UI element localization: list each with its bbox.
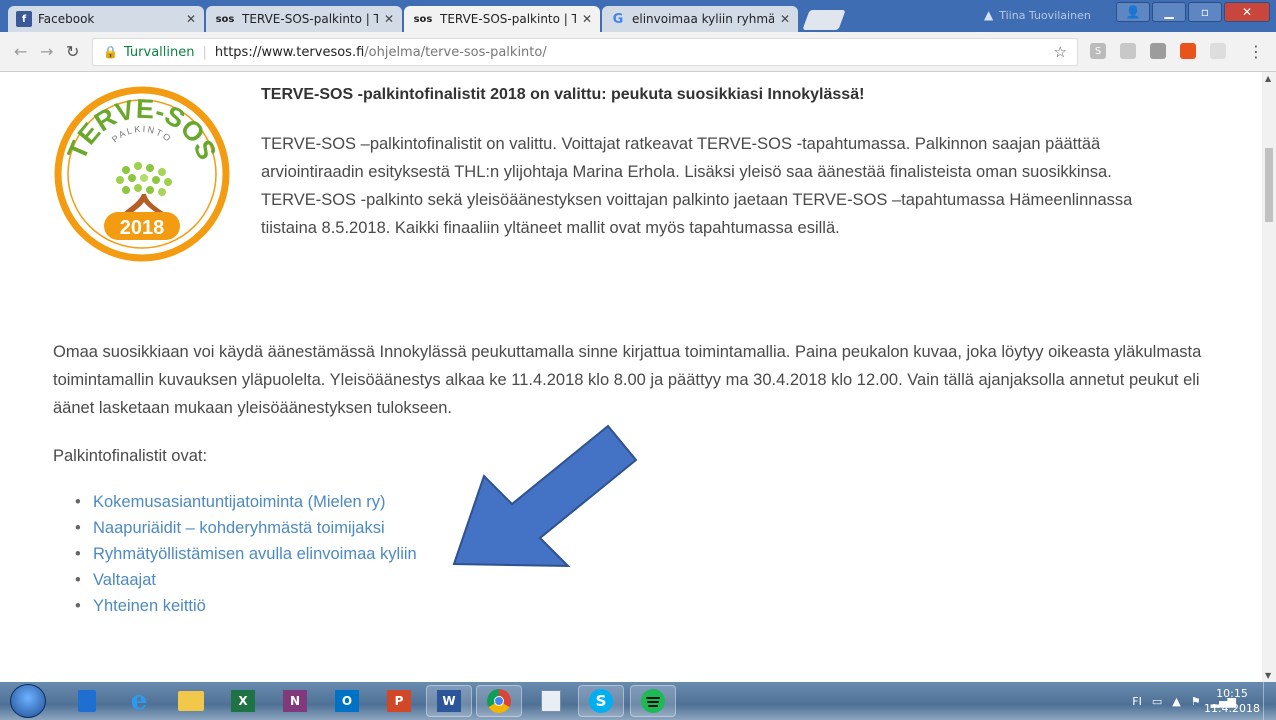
article-title: TERVE-SOS -palkintofinalistit 2018 on va…	[261, 86, 865, 103]
page-scrollbar[interactable]: ▲ ▼	[1262, 72, 1276, 682]
onenote-icon[interactable]: N	[272, 685, 318, 717]
finalist-link[interactable]: Valtaajat	[75, 567, 417, 593]
voting-paragraph: Omaa suosikkiaan voi käydä äänestämässä …	[53, 343, 1202, 417]
office-extension-icon[interactable]	[1180, 43, 1196, 59]
sos-icon: sos	[413, 13, 433, 25]
tab-terve-sos-1[interactable]: sos TERVE-SOS-palkinto | TE ✕	[206, 6, 402, 32]
skype-icon[interactable]: S	[578, 685, 624, 717]
excel-icon[interactable]: X	[220, 685, 266, 717]
show-hidden-icons[interactable]: ▲	[1172, 695, 1180, 708]
clock-time: 10:15	[1216, 687, 1248, 700]
pdf-extension-icon[interactable]	[1120, 43, 1136, 59]
close-window-button[interactable]: ✕	[1224, 2, 1270, 22]
clock[interactable]: 10:15 11.4.2018	[1204, 686, 1260, 716]
minimize-button[interactable]: ▁	[1152, 2, 1186, 22]
finalists-label: Palkintofinalistit ovat:	[53, 447, 208, 465]
divider: |	[202, 44, 207, 60]
logo-year: 2018	[120, 217, 165, 239]
extension-icon[interactable]	[1150, 43, 1166, 59]
skype-letter: S	[589, 689, 613, 713]
annotation-arrow-icon	[452, 424, 638, 568]
finalist-link[interactable]: Ryhmätyöllistämisen avulla elinvoimaa ky…	[75, 541, 417, 567]
intro-paragraph: TERVE-SOS –palkintofinalistit on valittu…	[261, 135, 1133, 237]
scrollbar-thumb[interactable]	[1265, 148, 1273, 222]
tab-label: Facebook	[38, 12, 95, 26]
language-indicator[interactable]: FI	[1132, 695, 1142, 708]
powerpoint-letter: P	[387, 690, 411, 712]
tab-terve-sos-2[interactable]: sos TERVE-SOS-palkinto | TE ✕	[404, 6, 600, 32]
finalist-link[interactable]: Yhteinen keittiö	[75, 593, 417, 619]
keyboard-icon[interactable]: ▭	[1152, 695, 1162, 708]
maximize-button[interactable]: ▫	[1188, 2, 1222, 22]
scroll-down-icon[interactable]: ▼	[1265, 671, 1271, 680]
chat-extension-icon[interactable]	[1210, 43, 1226, 59]
windows-taskbar: e X N O P W S FI ▭ ▲ ⚑ ▂▄▆ 10:15 11.4.20…	[0, 682, 1276, 720]
finalist-link[interactable]: Kokemusasiantuntijatoiminta (Mielen ry)	[75, 489, 417, 515]
window-controls: 👤 ▁ ▫ ✕	[1116, 2, 1270, 22]
outlook-letter: O	[335, 690, 359, 712]
reload-icon[interactable]: ↻	[66, 42, 79, 61]
security-label: Turvallinen	[123, 44, 195, 60]
word-letter: W	[437, 690, 461, 712]
warning-icon: ▲	[984, 8, 994, 22]
url-path: /ohjelma/terve-sos-palkinto/	[364, 44, 547, 60]
profile-area[interactable]: ▲ Tiina Tuovilainen	[984, 8, 1091, 22]
chrome-icon[interactable]	[476, 685, 522, 717]
tab-facebook[interactable]: f Facebook ✕	[8, 6, 204, 32]
menu-dots-icon[interactable]: ⋮	[1248, 42, 1264, 61]
close-icon[interactable]: ✕	[780, 12, 790, 26]
tab-label: TERVE-SOS-palkinto | TE	[242, 12, 378, 26]
sos-icon: sos	[215, 13, 235, 25]
word-icon[interactable]: W	[426, 685, 472, 717]
url-host: https://www.tervesos.fi	[214, 44, 365, 60]
spotify-icon[interactable]	[630, 685, 676, 717]
lock-icon: 🔒	[103, 45, 118, 59]
tab-strip: f Facebook ✕ sos TERVE-SOS-palkinto | TE…	[0, 0, 1276, 32]
terve-sos-logo: TERVE-SOS PALKINTO 2018	[54, 86, 230, 262]
finalist-link[interactable]: Naapuriäidit – kohderyhmästä toimijaksi	[75, 515, 417, 541]
tab-label: elinvoimaa kyliin ryhmät	[632, 12, 774, 26]
onenote-letter: N	[283, 690, 307, 712]
flag-icon[interactable]: ⚑	[1191, 695, 1201, 708]
outlook-icon[interactable]: O	[324, 685, 370, 717]
app-icon-1[interactable]	[64, 685, 110, 717]
extension-icon[interactable]: S	[1090, 43, 1106, 59]
bookmark-star-icon[interactable]: ☆	[1054, 43, 1067, 61]
browser-toolbar: ← → ↻ 🔒 Turvallinen | https://www.terves…	[0, 32, 1276, 72]
address-bar[interactable]: 🔒 Turvallinen | https://www.tervesos.fi /…	[92, 38, 1078, 66]
close-icon[interactable]: ✕	[582, 12, 592, 26]
tab-google-search[interactable]: G elinvoimaa kyliin ryhmät ✕	[602, 6, 798, 32]
file-explorer-icon[interactable]	[168, 685, 214, 717]
calculator-icon[interactable]	[528, 685, 574, 717]
profile-name: Tiina Tuovilainen	[999, 8, 1091, 22]
facebook-icon: f	[16, 11, 32, 27]
back-arrow-icon[interactable]: ←	[14, 42, 27, 61]
tab-label: TERVE-SOS-palkinto | TE	[440, 12, 576, 26]
close-icon[interactable]: ✕	[186, 12, 196, 26]
internet-explorer-icon[interactable]: e	[116, 685, 162, 717]
clock-date: 11.4.2018	[1204, 702, 1260, 715]
excel-letter: X	[231, 690, 255, 712]
page-content: TERVE-SOS PALKINTO 2018 TERVE-SOS -palki…	[0, 72, 1262, 682]
new-tab-button[interactable]	[802, 10, 846, 30]
profile-switch-button[interactable]: 👤	[1116, 2, 1150, 22]
google-icon: G	[612, 11, 624, 27]
forward-arrow-icon[interactable]: →	[40, 42, 53, 61]
close-icon[interactable]: ✕	[384, 12, 394, 26]
finalists-list: Kokemusasiantuntijatoiminta (Mielen ry) …	[75, 489, 417, 619]
scroll-up-icon[interactable]: ▲	[1265, 74, 1271, 83]
start-button[interactable]	[10, 684, 46, 718]
powerpoint-icon[interactable]: P	[376, 685, 422, 717]
show-desktop-button[interactable]	[1263, 682, 1276, 720]
